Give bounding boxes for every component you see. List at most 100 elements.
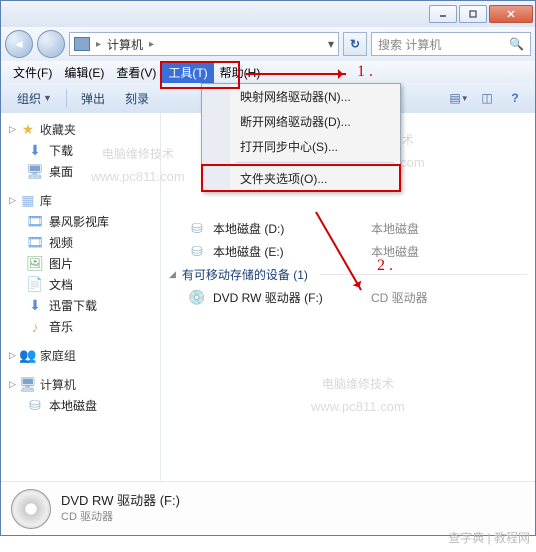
drive-icon: ⛁ [189,221,205,237]
menu-folder-options[interactable]: 文件夹选项(O)... [230,166,400,191]
back-button[interactable]: ◄ [5,30,33,58]
drive-icon: ⛁ [189,244,205,260]
sidebar-favorites-header[interactable]: ▷★收藏夹 [5,119,156,140]
sidebar-item-documents[interactable]: 📄 文档 [5,274,156,295]
annotation-arrow-1 [246,73,346,75]
sidebar-libraries-header[interactable]: ▷ ▦库 [5,190,156,211]
desktop-icon: 🖥 [27,164,43,180]
picture-icon: 🖼 [27,256,43,272]
minimize-button[interactable] [429,5,457,23]
preview-icon: ◫ [481,91,492,105]
breadcrumb-arrow-2[interactable]: ▸ [149,39,154,50]
film-icon: 🎞 [27,214,43,230]
drive-icon: ⛁ [27,398,43,414]
toolbar-organize-label: 组织 [17,90,41,107]
sidebar-item-label: 视频 [49,234,73,251]
cd-icon: 💿 [189,290,205,306]
sidebar-item-label: 下载 [49,142,73,159]
sidebar-item-desktop[interactable]: 🖥桌面 [5,161,156,182]
forward-icon: ► [45,37,57,51]
toolbar-separator [66,89,67,107]
sidebar-homegroup-label: 家庭组 [40,347,76,364]
search-placeholder: 搜索 计算机 [378,36,505,53]
collapse-icon: ▷ [9,195,16,206]
breadcrumb-computer[interactable]: 计算机 [107,36,143,53]
details-pane: DVD RW 驱动器 (F:) CD 驱动器 [1,481,535,535]
sidebar-item-baofeng[interactable]: 🎞 暴风影视库 [5,211,156,232]
sidebar-item-videos[interactable]: 🎞视频 [5,232,156,253]
menu-separator [236,162,394,163]
collapse-icon: ◢ [169,269,176,280]
search-icon: 🔍 [509,37,524,51]
menu-open-sync-center[interactable]: 打开同步中心(S)... [230,134,400,159]
menu-tools[interactable]: 工具(T) [162,62,213,83]
sidebar-item-pictures[interactable]: 🖼图片 [5,253,156,274]
sidebar-item-label: 本地磁盘 [49,397,97,414]
sidebar-item-local-disk[interactable]: ⛁ 本地磁盘 [5,395,156,416]
menu-map-network-drive[interactable]: 映射网络驱动器(N)... [230,84,400,109]
sidebar-libraries-label: 库 [40,192,52,209]
toolbar-eject[interactable]: 弹出 [73,87,113,110]
search-box[interactable]: 搜索 计算机 🔍 [371,32,531,56]
details-subtitle: CD 驱动器 [61,510,180,525]
collapse-icon: ▷ [9,124,16,135]
drive-row-d[interactable]: ⛁ 本地磁盘 (D:) 本地磁盘 [167,217,529,240]
drive-label: DVD RW 驱动器 (F:) [213,289,363,306]
help-icon: ? [511,91,518,105]
details-title: DVD RW 驱动器 (F:) [61,492,180,510]
menubar: 文件(F) 编辑(E) 查看(V) 工具(T) 帮助(H) [1,61,535,83]
menu-disconnect-network-drive[interactable]: 断开网络驱动器(D)... [230,109,400,134]
annotation-number-2: 2 . [377,257,393,275]
sidebar-item-label: 暴风影视库 [49,213,109,230]
close-button[interactable] [489,5,533,23]
refresh-icon: ↻ [350,37,360,51]
computer-icon: 🖥 [20,377,36,393]
computer-icon [74,37,90,51]
back-icon: ◄ [13,37,25,51]
library-icon: ▦ [20,193,36,209]
sidebar-item-music[interactable]: ♪音乐 [5,316,156,337]
drive-row-e[interactable]: ⛁ 本地磁盘 (E:) 本地磁盘 [167,240,529,263]
sidebar-computer-header[interactable]: ▷ 🖥计算机 [5,374,156,395]
download-icon: ⬇ [27,143,43,159]
maximize-button[interactable] [459,5,487,23]
homegroup-icon: 👥 [20,348,36,364]
menu-help[interactable]: 帮助(H) [214,62,267,83]
music-icon: ♪ [27,319,43,335]
sidebar-item-xunlei[interactable]: ⬇迅雷下载 [5,295,156,316]
nav-row: ◄ ► ▸ 计算机 ▸ ▾ ↻ 搜索 计算机 🔍 [1,27,535,61]
removable-header-label: 有可移动存储的设备 (1) [182,266,308,283]
annotation-number-1: 1 . [357,63,373,81]
explorer-window: ◄ ► ▸ 计算机 ▸ ▾ ↻ 搜索 计算机 🔍 文件(F) 编辑(E) 查看(… [0,0,536,536]
preview-pane-button[interactable]: ◫ [475,87,499,109]
toolbar-burn[interactable]: 刻录 [117,87,157,110]
refresh-button[interactable]: ↻ [343,32,367,56]
titlebar [1,1,535,27]
sidebar-homegroup-header[interactable]: ▷ 👥家庭组 [5,345,156,366]
sidebar-item-downloads[interactable]: ⬇ 下载 [5,140,156,161]
sidebar: ▷★收藏夹 ⬇下载 🖥桌面 ▷▦库 🎞暴风影视库 🎞视频 🖼图片 📄文档 ⬇迅雷… [1,113,161,535]
view-icon: ▤ [449,91,460,105]
menu-view[interactable]: 查看(V) [110,62,162,83]
star-icon: ★ [20,122,36,138]
sidebar-item-label: 文档 [49,276,73,293]
collapse-icon: ▷ [9,379,16,390]
drive-label: 本地磁盘 (D:) [213,220,363,237]
tools-dropdown: 映射网络驱动器(N)... 断开网络驱动器(D)... 打开同步中心(S)...… [201,83,401,192]
collapse-icon: ▷ [9,350,16,361]
corner-watermark: 查字典 | 教程网 [448,529,530,546]
menu-file[interactable]: 文件(F) [7,62,58,83]
sidebar-computer-label: 计算机 [40,376,76,393]
forward-button[interactable]: ► [37,30,65,58]
address-bar[interactable]: ▸ 计算机 ▸ ▾ [69,32,339,56]
menu-edit[interactable]: 编辑(E) [58,62,110,83]
address-dropdown-icon[interactable]: ▾ [328,37,334,51]
drive-meta: 本地磁盘 [371,220,419,237]
view-options-button[interactable]: ▤ ▼ [447,87,471,109]
help-button[interactable]: ? [503,87,527,109]
breadcrumb-arrow: ▸ [96,39,101,50]
toolbar-organize[interactable]: 组织 ▼ [9,87,60,110]
drive-row-dvd[interactable]: 💿 DVD RW 驱动器 (F:) CD 驱动器 [167,286,529,309]
drive-meta: CD 驱动器 [371,289,428,306]
document-icon: 📄 [27,277,43,293]
